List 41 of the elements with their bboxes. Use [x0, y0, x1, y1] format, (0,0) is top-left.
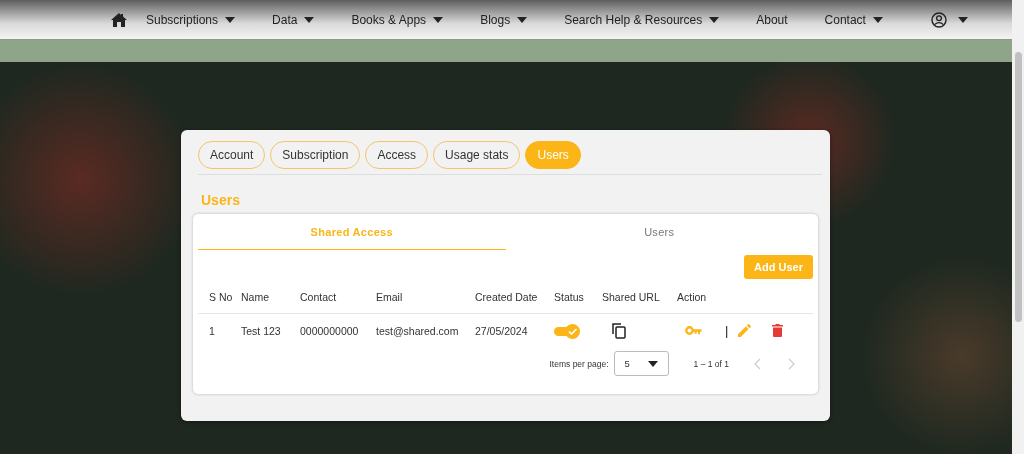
copy-icon[interactable]	[612, 322, 626, 339]
nav-link[interactable]: Subscriptions	[146, 12, 236, 27]
table-cell: test@shared.com	[376, 313, 475, 347]
table-cell: Test 123	[241, 313, 300, 347]
home-icon[interactable]	[111, 12, 127, 27]
tab[interactable]: Usage stats	[433, 141, 521, 169]
column-header: S No	[198, 280, 241, 314]
items-per-page-label: Items per page:	[549, 358, 609, 369]
table-cell: 27/05/2024	[475, 313, 554, 347]
status-toggle[interactable]	[554, 323, 580, 338]
page-size-value: 5	[624, 358, 630, 369]
key-icon[interactable]	[685, 326, 702, 335]
tab[interactable]: Account	[198, 141, 266, 169]
nav-link[interactable]: Search Help & Resources	[564, 12, 720, 27]
tab[interactable]: Subscription	[270, 141, 361, 169]
column-header: Created Date	[475, 280, 554, 314]
section-title: Users	[201, 192, 241, 208]
nav-link[interactable]: Data	[272, 12, 315, 27]
column-header: Status	[554, 280, 602, 314]
separator: |	[725, 323, 729, 338]
tab[interactable]: Access	[365, 141, 429, 169]
page-range: 1 – 1 of 1	[693, 358, 729, 369]
nav-link[interactable]: About	[756, 12, 788, 27]
delete-icon[interactable]	[772, 324, 784, 337]
edit-icon[interactable]	[738, 324, 752, 337]
column-header: Shared URL	[602, 280, 677, 314]
nav-link[interactable]: Contact	[824, 12, 883, 27]
scrollbar[interactable]	[1012, 0, 1024, 454]
column-header: Action	[677, 280, 813, 314]
tab[interactable]: Users	[505, 214, 813, 250]
column-header: Name	[241, 280, 300, 314]
column-header: Email	[376, 280, 475, 314]
nav-link[interactable]: Books & Apps	[351, 12, 444, 27]
column-header: Contact	[300, 280, 376, 314]
table-cell: 0000000000	[300, 313, 376, 347]
table-cell: 1	[198, 313, 241, 347]
account-icon[interactable]	[930, 11, 947, 28]
nav-link[interactable]: Blogs	[480, 12, 528, 27]
caret-icon	[957, 16, 968, 23]
page-size-select[interactable]: 5	[613, 351, 669, 376]
dropdown-caret-icon	[647, 360, 658, 367]
